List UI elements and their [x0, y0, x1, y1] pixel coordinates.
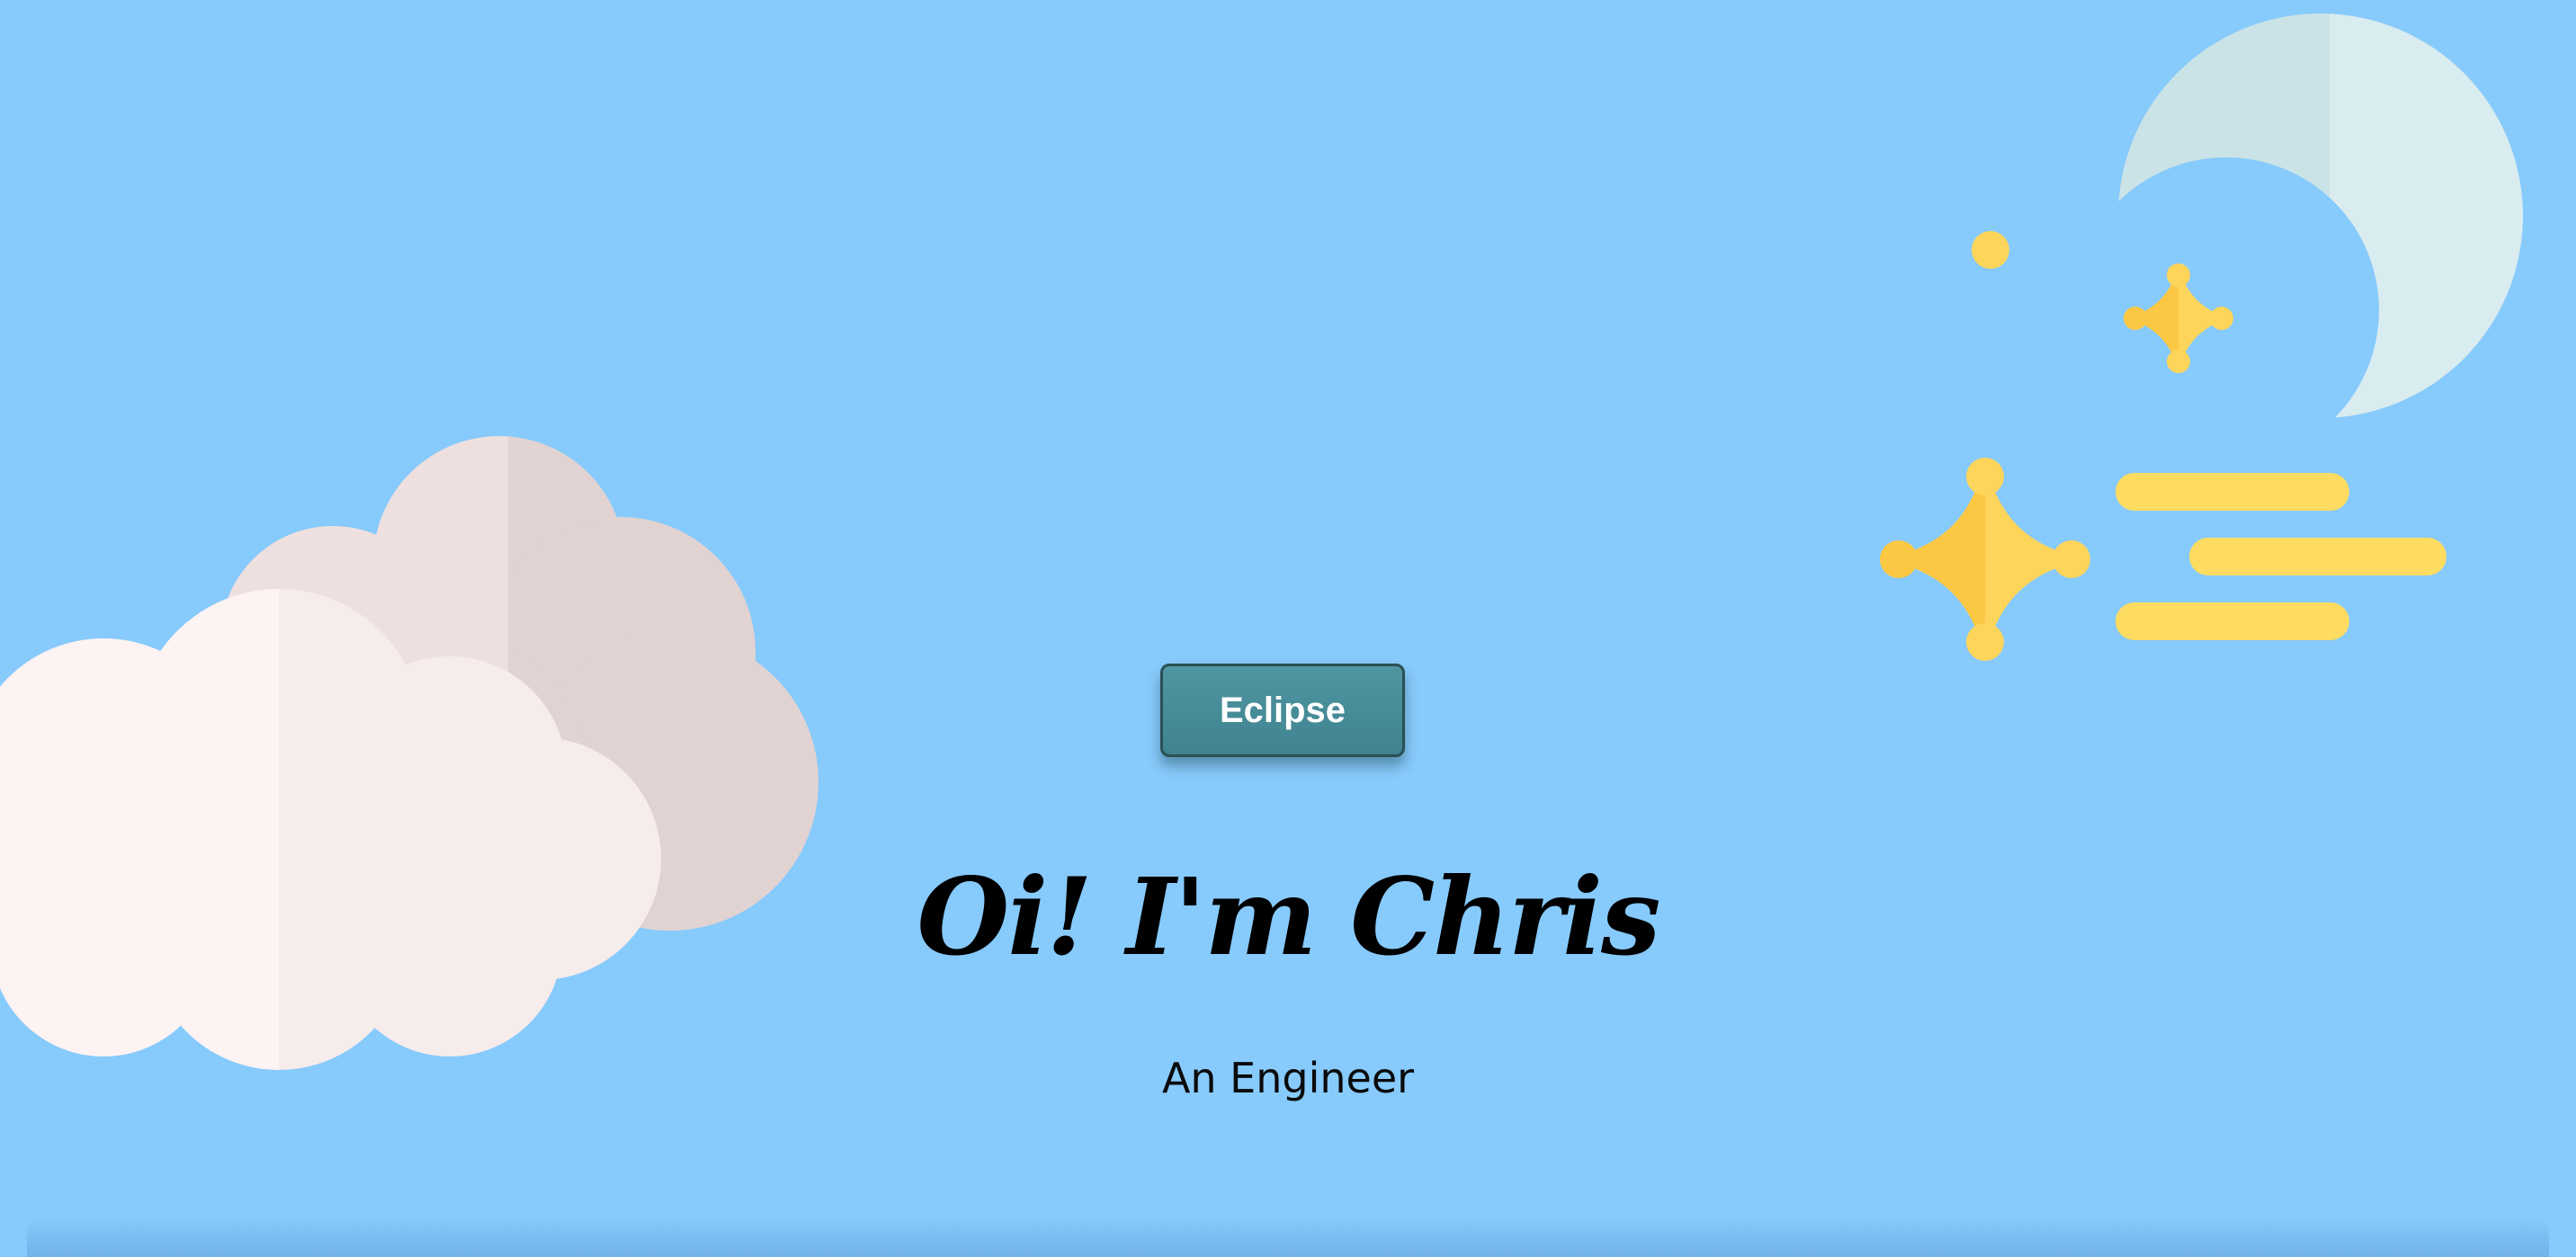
bottom-section-edge: [27, 1216, 2549, 1257]
moon-stars-icon: [1880, 13, 2523, 661]
cloud-icon: [0, 436, 818, 1070]
hero-title: Oi! I'm Chris: [917, 854, 1661, 979]
eclipse-theme-button[interactable]: Eclipse: [1160, 664, 1405, 757]
hero-scene: Eclipse Oi! I'm Chris An Engineer: [0, 0, 2576, 1257]
hero-subtitle: An Engineer: [1161, 1054, 1415, 1102]
